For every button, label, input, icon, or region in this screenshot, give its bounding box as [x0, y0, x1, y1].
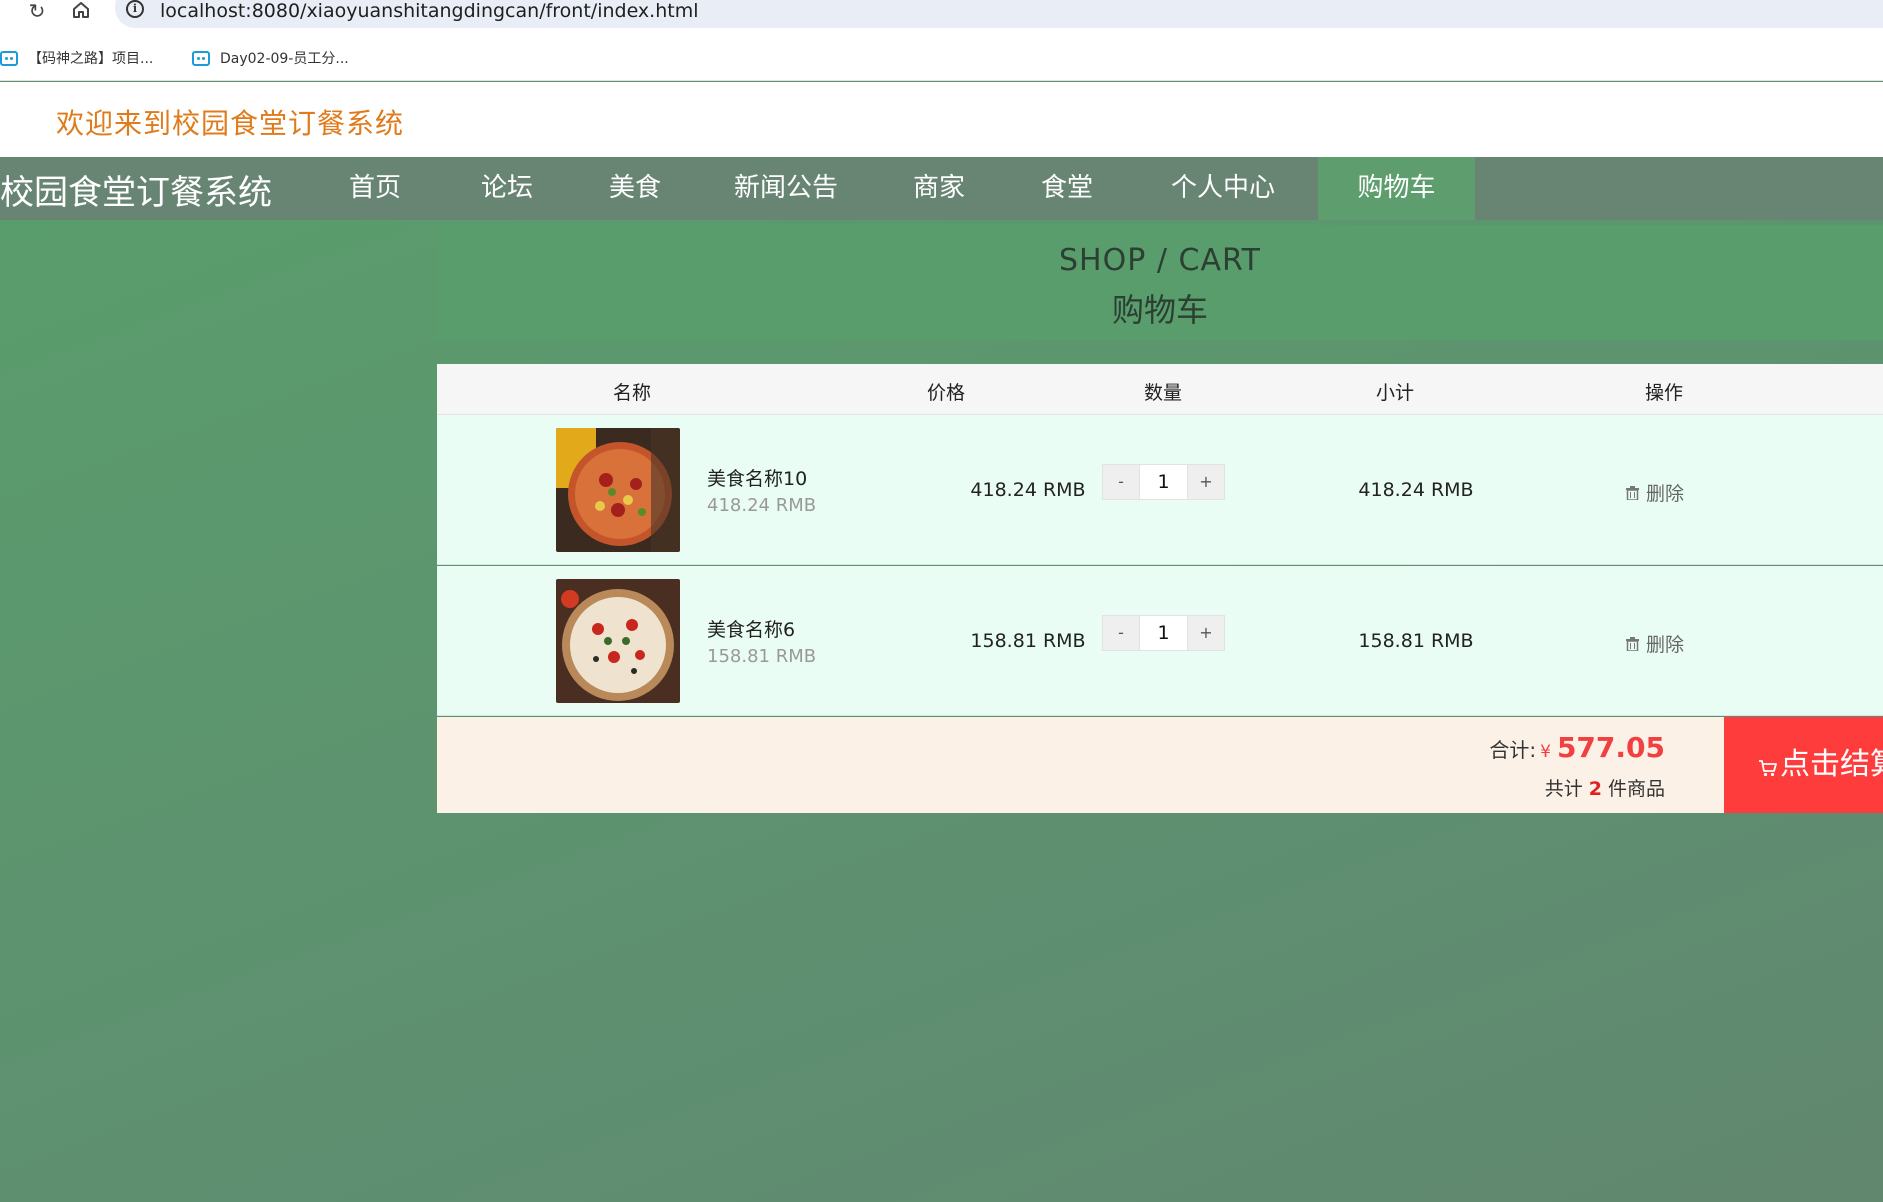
- brand-title[interactable]: 校园食堂订餐系统: [0, 165, 272, 214]
- bilibili-icon: [0, 50, 18, 66]
- nav-canteen[interactable]: 食堂: [1012, 157, 1122, 220]
- delete-button[interactable]: 删除: [1626, 630, 1684, 657]
- nav-home[interactable]: 首页: [320, 157, 430, 220]
- cart-row: 美食名称10 418.24 RMB 418.24 RMB - 1 + 418.2…: [437, 415, 1883, 565]
- browser-toolbar: ↻ i localhost:8080/xiaoyuanshitangdingca…: [0, 0, 1883, 30]
- delete-button[interactable]: 删除: [1626, 479, 1684, 506]
- trash-icon: [1626, 485, 1639, 500]
- welcome-text: 欢迎来到校园食堂订餐系统: [56, 107, 405, 140]
- increase-button[interactable]: +: [1187, 615, 1225, 651]
- bilibili-icon: [192, 50, 210, 66]
- decrease-button[interactable]: -: [1102, 464, 1140, 500]
- quantity-input[interactable]: 1: [1140, 615, 1187, 651]
- checkout-label: 点击结算: [1780, 747, 1883, 782]
- food-unit-price: 418.24 RMB: [707, 495, 817, 516]
- col-qty: 数量: [1143, 382, 1183, 404]
- item-price: 158.81 RMB: [970, 630, 1086, 652]
- count-prefix: 共计: [1544, 778, 1583, 800]
- bookmark-label: Day02-09-员工分...: [220, 51, 349, 67]
- col-actions: 操作: [1644, 382, 1684, 404]
- bookmark-item[interactable]: 【码神之路】项目...: [0, 47, 153, 69]
- item-count-line: 共计 2 件商品: [1545, 774, 1665, 801]
- shopping-cart-icon: [1758, 720, 1778, 813]
- cart-table: 名称 价格 数量 小计 操作 美食名称10 418.24 RMB 418.24 …: [437, 364, 1883, 813]
- quantity-input[interactable]: 1: [1140, 464, 1187, 500]
- food-name[interactable]: 美食名称10: [707, 464, 807, 491]
- col-price: 价格: [926, 382, 966, 404]
- food-image[interactable]: [556, 579, 680, 703]
- cart-summary: 合计: ¥ 577.05 共计2件商品 点击结算: [437, 717, 1883, 813]
- site-header: 欢迎来到校园食堂订餐系统: [0, 82, 1883, 157]
- site-info-icon[interactable]: i: [126, 0, 144, 18]
- checkout-button[interactable]: 点击结算: [1724, 717, 1883, 813]
- page-title-en: SHOP / CART: [1059, 243, 1261, 278]
- bookmarks-bar: 【码神之路】项目... Day02-09-员工分...: [0, 30, 1883, 81]
- item-subtotal: 158.81 RMB: [1358, 630, 1474, 652]
- nav-food[interactable]: 美食: [580, 157, 690, 220]
- bookmark-item[interactable]: Day02-09-员工分...: [192, 47, 349, 69]
- col-name: 名称: [612, 382, 652, 404]
- total-line: 合计: ¥ 577.05: [1489, 731, 1665, 764]
- url-text[interactable]: localhost:8080/xiaoyuanshitangdingcan/fr…: [160, 0, 699, 22]
- item-count: 2: [1588, 778, 1602, 800]
- food-unit-price: 158.81 RMB: [707, 646, 817, 667]
- trash-icon: [1626, 636, 1639, 651]
- nav-forum[interactable]: 论坛: [452, 157, 562, 220]
- nav-profile[interactable]: 个人中心: [1158, 157, 1288, 220]
- reload-icon[interactable]: ↻: [26, 0, 48, 22]
- delete-label: 删除: [1646, 634, 1685, 656]
- increase-button[interactable]: +: [1187, 464, 1225, 500]
- item-subtotal: 418.24 RMB: [1358, 479, 1474, 501]
- food-image[interactable]: [556, 428, 680, 552]
- item-price: 418.24 RMB: [970, 479, 1086, 501]
- count-suffix: 件商品: [1607, 778, 1665, 800]
- main-nav: 校园食堂订餐系统 首页 论坛 美食 新闻公告 商家 食堂 个人中心 购物车: [0, 157, 1883, 220]
- bookmark-label: 【码神之路】项目...: [28, 51, 154, 67]
- nav-merchants[interactable]: 商家: [884, 157, 994, 220]
- food-name[interactable]: 美食名称6: [707, 615, 795, 642]
- total-amount: 577.05: [1556, 731, 1665, 764]
- home-icon[interactable]: [70, 0, 92, 22]
- page-title-cn: 购物车: [1111, 291, 1208, 329]
- col-subtotal: 小计: [1375, 382, 1415, 404]
- delete-label: 删除: [1646, 483, 1685, 505]
- quantity-stepper: - 1 +: [1102, 464, 1225, 500]
- currency-symbol: ¥: [1540, 742, 1551, 762]
- nav-news[interactable]: 新闻公告: [716, 157, 856, 220]
- decrease-button[interactable]: -: [1102, 615, 1140, 651]
- cart-header-row: 名称 价格 数量 小计 操作: [437, 364, 1883, 415]
- page-title: SHOP / CART 购物车: [437, 225, 1883, 340]
- total-label: 合计:: [1489, 738, 1537, 762]
- quantity-stepper: - 1 +: [1102, 615, 1225, 651]
- cart-row: 美食名称6 158.81 RMB 158.81 RMB - 1 + 158.81…: [437, 566, 1883, 716]
- nav-cart[interactable]: 购物车: [1318, 157, 1475, 220]
